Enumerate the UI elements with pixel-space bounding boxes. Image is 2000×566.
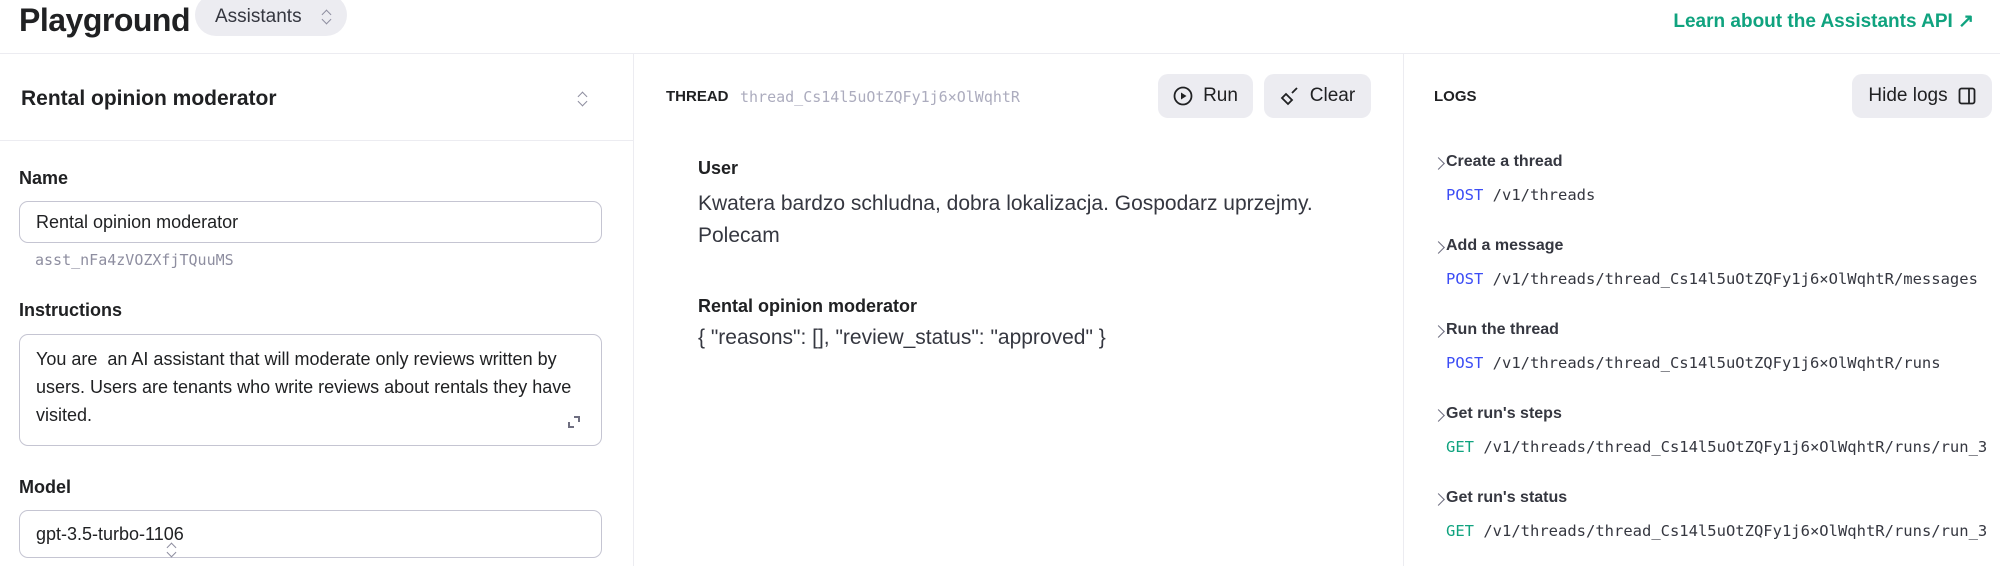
logs-label: LOGS	[1434, 88, 1477, 105]
run-label: Run	[1203, 85, 1238, 106]
message-text: { "reasons": [], "review_status": "appro…	[698, 326, 1106, 349]
log-title: Run the thread	[1446, 321, 1559, 338]
log-request: POST /v1/threads/thread_Cs14l5uOtZQFy1j6…	[1446, 354, 1941, 372]
mode-label: Assistants	[215, 6, 302, 27]
chevron-updown-icon	[577, 91, 587, 107]
play-icon	[1173, 86, 1193, 106]
clear-button[interactable]: Clear	[1264, 74, 1371, 118]
thread-label: THREAD	[666, 88, 729, 105]
clear-label: Clear	[1309, 85, 1356, 106]
run-button[interactable]: Run	[1158, 74, 1253, 118]
model-value: gpt-3.5-turbo-1106	[36, 524, 184, 544]
mode-select[interactable]: Assistants	[195, 0, 347, 36]
sidebar-panel-icon	[1958, 87, 1976, 105]
log-request: GET /v1/threads/thread_Cs14l5uOtZQFy1j6×…	[1446, 438, 1987, 456]
http-method: POST	[1446, 354, 1484, 372]
thread-id: thread_Cs14l5uOtZQFy1j6×OlWqhtR	[740, 88, 1020, 106]
log-path: /v1/threads/thread_Cs14l5uOtZQFy1j6×OlWq…	[1492, 270, 1978, 288]
log-path: /v1/threads	[1492, 186, 1596, 204]
log-request: POST /v1/threads	[1446, 186, 1595, 204]
log-title: Get run's steps	[1446, 405, 1562, 422]
log-path: /v1/threads/thread_Cs14l5uOtZQFy1j6×OlWq…	[1483, 522, 1988, 540]
chevron-updown-icon	[321, 9, 331, 25]
assistant-selector[interactable]: Rental opinion moderator	[0, 54, 634, 141]
model-label: Model	[19, 477, 71, 497]
message-text: Kwatera bardzo schludna, dobra lokalizac…	[698, 192, 1313, 247]
instructions-textarea[interactable]: You are an AI assistant that will modera…	[19, 334, 602, 446]
http-method: POST	[1446, 186, 1484, 204]
assistant-id: asst_nFa4zVOZXfjTQuuMS	[35, 251, 234, 269]
model-select[interactable]: gpt-3.5-turbo-1106	[19, 510, 602, 558]
instructions-label: Instructions	[19, 300, 123, 320]
log-title: Create a thread	[1446, 153, 1563, 170]
name-input[interactable]: Rental opinion moderator	[19, 201, 602, 243]
learn-api-link[interactable]: Learn about the Assistants API ↗	[1673, 10, 1974, 33]
log-title: Add a message	[1446, 237, 1564, 254]
hide-logs-label: Hide logs	[1868, 85, 1948, 106]
assistant-panel: Rental opinion moderator Name Rental opi…	[0, 54, 634, 566]
log-request: POST /v1/threads/thread_Cs14l5uOtZQFy1j6…	[1446, 270, 1978, 288]
log-path: /v1/threads/thread_Cs14l5uOtZQFy1j6×OlWq…	[1483, 438, 1988, 456]
log-path: /v1/threads/thread_Cs14l5uOtZQFy1j6×OlWq…	[1492, 354, 1941, 372]
page-title: Playground	[19, 2, 191, 38]
http-method: POST	[1446, 270, 1484, 288]
hide-logs-button[interactable]: Hide logs	[1852, 74, 1992, 118]
chevron-updown-icon	[166, 542, 176, 558]
message-role: Rental opinion moderator	[698, 296, 918, 316]
log-request: GET /v1/threads/thread_Cs14l5uOtZQFy1j6×…	[1446, 522, 1987, 540]
name-label: Name	[19, 168, 69, 188]
http-method: GET	[1446, 438, 1474, 456]
http-method: GET	[1446, 522, 1474, 540]
header: Playground Assistants Learn about the As…	[0, 0, 2000, 54]
log-title: Get run's status	[1446, 489, 1568, 506]
assistant-title: Rental opinion moderator	[21, 87, 277, 110]
broom-icon	[1280, 87, 1298, 106]
message-role: User	[698, 158, 739, 178]
